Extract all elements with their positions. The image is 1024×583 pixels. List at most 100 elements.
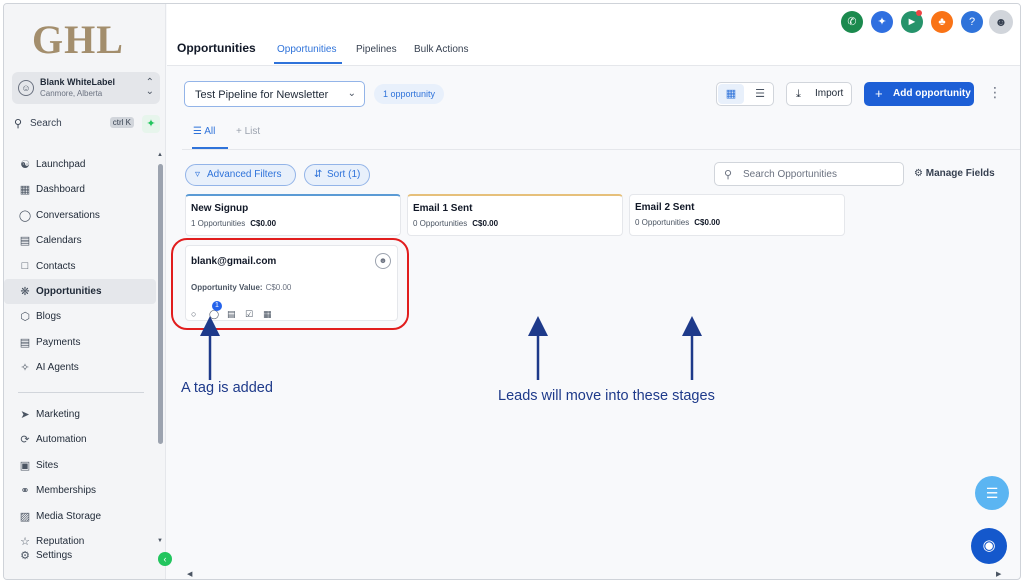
- download-icon: ⤓: [796, 88, 801, 100]
- stage-count: 0 Opportunities: [413, 219, 468, 228]
- scroll-down-icon[interactable]: ▼: [157, 538, 163, 544]
- sidebar-item-payments[interactable]: ▤ Payments: [4, 330, 156, 355]
- help-icon[interactable]: ?: [961, 11, 983, 33]
- sidebar-item-label: Marketing: [36, 409, 80, 420]
- sidebar-item-label: Opportunities: [36, 285, 102, 297]
- view-toggle: ▦ ☰: [716, 82, 774, 106]
- advanced-filters-label: Advanced Filters: [207, 169, 282, 180]
- automation-icon: ⟳: [20, 434, 30, 447]
- stage-count: 0 Opportunities: [635, 218, 690, 227]
- sidebar-item-label: Blogs: [36, 311, 62, 323]
- pipeline-select-value: Test Pipeline for Newsletter: [195, 89, 329, 101]
- tab-opportunities[interactable]: Opportunities: [277, 44, 336, 55]
- opportunities-icon: ❋: [20, 285, 30, 298]
- list-view-icon[interactable]: ☰: [748, 84, 772, 104]
- add-opportunity-label: Add opportunity: [893, 88, 971, 99]
- tab-bulk-actions[interactable]: Bulk Actions: [414, 44, 468, 55]
- bell-icon[interactable]: ♣: [931, 11, 953, 33]
- sparkle-icon: ✧: [20, 362, 30, 375]
- view-tab-all-label: All: [204, 126, 216, 137]
- stage-summary: 0 Opportunities C$0.00: [635, 218, 720, 227]
- stage-count: 1 Opportunities: [191, 219, 246, 228]
- sidebar-nav: ☯ Launchpad ▦ Dashboard ◯ Conversations ▤ Ca…: [4, 152, 156, 381]
- sidebar-item-label: Payments: [36, 336, 81, 348]
- sidebar-item-contacts[interactable]: □ Contacts: [4, 254, 156, 279]
- phone-icon[interactable]: ✆: [841, 11, 863, 33]
- board-view-icon[interactable]: ▦: [718, 84, 744, 104]
- sidebar-item-ai-agents[interactable]: ✧ AI Agents: [4, 355, 156, 380]
- sidebar-item-dashboard[interactable]: ▦ Dashboard: [4, 177, 156, 202]
- stage-summary: 1 Opportunities C$0.00: [191, 219, 276, 228]
- manage-fields-button[interactable]: ⚙ Manage Fields: [914, 168, 995, 179]
- sidebar-search-label: Search: [30, 118, 62, 129]
- membership-icon: ⚭: [20, 485, 30, 498]
- sidebar-item-label: Dashboard: [36, 184, 85, 196]
- stage-value: C$0.00: [472, 219, 499, 228]
- pipeline-select[interactable]: Test Pipeline for Newsletter ⌄: [184, 81, 365, 107]
- sidebar-item-automation[interactable]: ⟳ Automation: [4, 427, 156, 452]
- sidebar-item-memberships[interactable]: ⚭ Memberships: [4, 478, 156, 503]
- import-button[interactable]: ⤓ Import: [786, 82, 852, 106]
- sidebar-item-label: Launchpad: [36, 159, 86, 170]
- search-opportunities-input[interactable]: [743, 167, 898, 182]
- stage-name: New Signup: [191, 203, 249, 214]
- scroll-left-icon[interactable]: ◀: [187, 570, 192, 578]
- tab-pipelines[interactable]: Pipelines: [356, 44, 397, 55]
- chevron-updown-icon: ⌃ ⌄: [145, 77, 154, 97]
- search-shortcut: ctrl K: [109, 117, 134, 128]
- gear-icon: ⚙: [20, 550, 30, 563]
- stage-value: C$0.00: [250, 219, 277, 228]
- leads-annotation-text: Leads will move into these stages: [498, 388, 715, 404]
- sidebar-item-calendars[interactable]: ▤ Calendars: [4, 228, 156, 253]
- account-location: Canmore, Alberta: [40, 89, 103, 98]
- advanced-filters-button[interactable]: ▿ Advanced Filters: [185, 164, 296, 186]
- sidebar: GHL ☺ Blank WhiteLabel Canmore, Alberta …: [4, 4, 172, 579]
- chat-bubble-icon[interactable]: ◉: [971, 528, 1007, 564]
- scroll-up-icon[interactable]: ▲: [157, 152, 163, 158]
- sidebar-item-opportunities[interactable]: ❋ Opportunities: [4, 278, 156, 305]
- sidebar-item-settings[interactable]: ⚙ Settings: [4, 543, 156, 568]
- sidebar-item-label: AI Agents: [36, 362, 79, 374]
- sidebar-scrollbar[interactable]: [158, 164, 163, 444]
- sidebar-search[interactable]: ⚲ Search ctrl K: [12, 114, 136, 134]
- image-icon: ▨: [19, 510, 31, 523]
- opportunity-count-badge: 1 opportunity: [374, 84, 445, 104]
- magic-icon[interactable]: ✦: [871, 11, 893, 33]
- help-chat-icon[interactable]: ☰: [975, 476, 1009, 510]
- stage-value: C$0.00: [694, 218, 721, 227]
- sidebar-item-label: Sites: [36, 459, 59, 471]
- plus-icon: +: [875, 86, 883, 101]
- notification-dot: [916, 10, 922, 16]
- sidebar-item-media-storage[interactable]: ▨ Media Storage: [4, 504, 156, 529]
- add-list-view[interactable]: + List: [236, 126, 260, 137]
- sidebar-item-conversations[interactable]: ◯ Conversations: [4, 203, 156, 228]
- scroll-right-icon[interactable]: ▶: [996, 570, 1001, 578]
- account-switcher[interactable]: ☺ Blank WhiteLabel Canmore, Alberta ⌃ ⌄: [12, 72, 160, 104]
- page-title: Opportunities: [177, 41, 256, 55]
- account-avatar-icon: ☺: [18, 80, 34, 96]
- sidebar-item-marketing[interactable]: ➤ Marketing: [4, 402, 156, 427]
- card-highlight-annotation: [171, 238, 409, 330]
- sidebar-item-launchpad[interactable]: ☯ Launchpad: [4, 152, 156, 177]
- sidebar-item-sites[interactable]: ▣ Sites: [4, 453, 156, 478]
- more-options-icon[interactable]: ⋮: [988, 84, 1002, 101]
- brand-logo[interactable]: GHL: [32, 16, 124, 63]
- view-tab-all[interactable]: ☰ All: [193, 126, 215, 137]
- user-avatar[interactable]: ☻: [989, 10, 1013, 34]
- search-opportunities: ⚲: [714, 162, 904, 186]
- add-opportunity-button[interactable]: + Add opportunity: [864, 82, 974, 106]
- ai-sparkle-button[interactable]: ✦: [142, 115, 160, 133]
- send-icon: ➤: [20, 409, 30, 421]
- sidebar-item-label: Conversations: [36, 209, 100, 221]
- collapse-sidebar-button[interactable]: ‹: [158, 552, 172, 566]
- add-list-label: List: [244, 126, 261, 137]
- search-icon: ⚲: [14, 118, 23, 130]
- import-button-label: Import: [815, 88, 844, 99]
- stage-name: Email 2 Sent: [635, 202, 695, 213]
- stage-column-new-signup: New Signup 1 Opportunities C$0.00: [185, 194, 401, 236]
- sidebar-item-blogs[interactable]: ⬡ Blogs: [4, 304, 156, 329]
- calendar-icon: ▤: [19, 235, 31, 248]
- sort-button[interactable]: ⇵ Sort (1): [304, 164, 370, 186]
- sidebar-item-label: Automation: [36, 434, 87, 446]
- filter-icon: ▿: [195, 169, 201, 180]
